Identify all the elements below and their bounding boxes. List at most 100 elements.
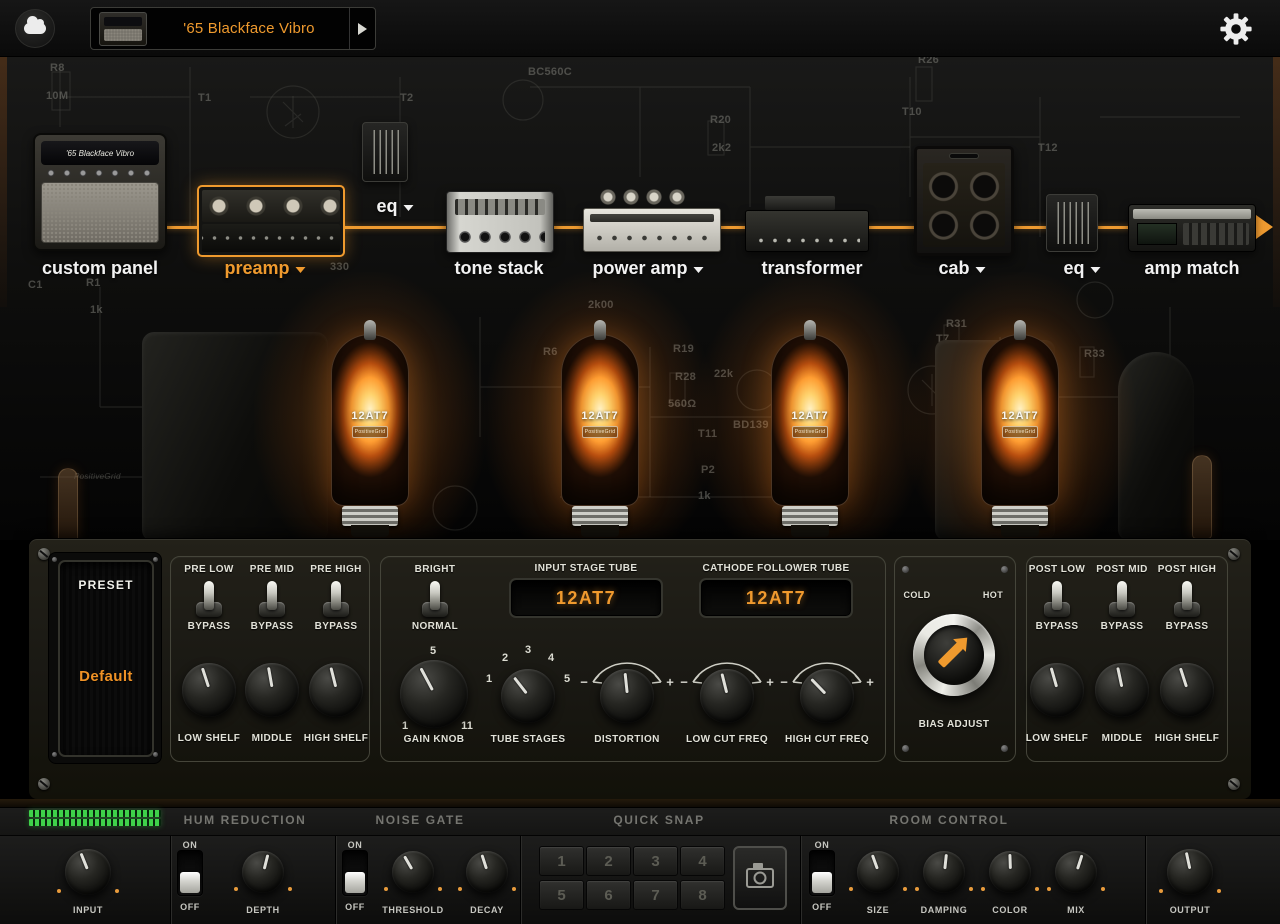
tube-base (992, 506, 1048, 526)
quick-snap-button-3[interactable]: 3 (633, 846, 678, 876)
tube-socket (351, 525, 389, 537)
screw (1228, 548, 1240, 560)
room-on-off-switch[interactable] (809, 850, 835, 896)
quick-snap-button-2[interactable]: 2 (586, 846, 631, 876)
schematic-label: T12 (1038, 142, 1058, 154)
high-cut-freq-knob[interactable] (800, 669, 854, 723)
bright-toggle[interactable] (417, 579, 453, 617)
quick-snap-button-1[interactable]: 1 (539, 846, 584, 876)
chain-label-preamp[interactable]: preamp (224, 258, 306, 279)
pre-low-label: PRE LOW (184, 564, 234, 575)
chain-label-eq-2[interactable]: eq (1063, 258, 1101, 279)
quick-snap-button-4[interactable]: 4 (680, 846, 725, 876)
schematic-label: BC560C (528, 66, 572, 78)
output-label: OUTPUT (1169, 905, 1211, 915)
chain-label-tone-stack[interactable]: tone stack (454, 258, 543, 279)
chain-module-transformer[interactable] (745, 196, 869, 252)
pre-low-toggle[interactable] (191, 579, 227, 617)
tube-print: 12AT7 (351, 410, 389, 422)
post-high-shelf-knob[interactable] (1160, 663, 1214, 717)
snapshot-camera-button[interactable] (733, 846, 787, 910)
mix-knob[interactable] (1047, 851, 1105, 893)
chain-module-tone-stack[interactable] (446, 191, 554, 253)
chain-label-eq-1[interactable]: eq (376, 196, 414, 217)
pre-middle-knob[interactable] (245, 663, 299, 717)
stages-scale-4: 4 (547, 652, 555, 664)
settings-gear-icon[interactable] (1218, 11, 1254, 47)
post-low-toggle[interactable] (1039, 579, 1075, 617)
post-mid-bypass-label: BYPASS (1100, 621, 1144, 632)
watermark: PositiveGrid (74, 472, 121, 481)
input-knob[interactable] (57, 849, 119, 895)
low-cut-freq-knob[interactable] (700, 669, 754, 723)
screw (1001, 566, 1008, 573)
chain-module-power-amp[interactable] (583, 186, 721, 252)
chain-module-preamp[interactable] (197, 185, 345, 257)
pre-low-shelf-knob[interactable] (182, 663, 236, 717)
gain-scale-mid: 5 (429, 645, 437, 657)
preset-selector[interactable]: '65 Blackface Vibro (90, 7, 376, 50)
amp-match-top-art (1133, 209, 1251, 219)
chain-module-amp-match[interactable] (1128, 204, 1256, 252)
chain-label-transformer[interactable]: transformer (761, 258, 862, 279)
chain-label-cab[interactable]: cab (938, 258, 986, 279)
input-stage-tube-select[interactable]: 12AT7 (509, 578, 663, 618)
cathode-follower-tube-select[interactable]: 12AT7 (699, 578, 853, 618)
snap-number: 5 (557, 886, 566, 904)
schematic-label: R20 (710, 114, 732, 126)
eq-sliders-art (369, 130, 401, 174)
gate-on-off-switch[interactable] (342, 850, 368, 896)
distortion-knob[interactable] (600, 669, 654, 723)
tube-brand-badge: PositiveGrid (582, 426, 618, 438)
hum-on-off-switch[interactable] (177, 850, 203, 896)
quick-snap-button-8[interactable]: 8 (680, 880, 725, 910)
pre-high-shelf-knob[interactable] (309, 663, 363, 717)
amp-head-script: '65 Blackface Vibro (65, 148, 135, 158)
app-window: '65 Blackface Vibro R8 10M T1 T2 BC560C … (0, 0, 1280, 924)
gain-knob[interactable] (400, 660, 468, 728)
pre-high-toggle[interactable] (318, 579, 354, 617)
next-preset-arrow-icon[interactable] (358, 23, 367, 35)
quick-snap-button-6[interactable]: 6 (586, 880, 631, 910)
quick-snap-button-5[interactable]: 5 (539, 880, 584, 910)
preset-name: '65 Blackface Vibro (183, 20, 315, 37)
transformer-body-art (745, 210, 869, 252)
post-high-toggle[interactable] (1169, 579, 1205, 617)
chain-module-cab[interactable] (914, 146, 1014, 256)
cloud-sync-button[interactable] (15, 9, 55, 48)
output-knob[interactable] (1159, 849, 1221, 895)
color-knob[interactable] (981, 851, 1039, 893)
post-low-shelf-knob[interactable] (1030, 663, 1084, 717)
chain-module-eq-2[interactable] (1046, 194, 1098, 252)
toggle-lever (1117, 581, 1127, 610)
pre-mid-toggle[interactable] (254, 579, 290, 617)
chevron-down-icon (1090, 267, 1101, 273)
tube-stages-knob[interactable] (501, 669, 555, 723)
size-knob[interactable] (849, 851, 907, 893)
size-label: SIZE (866, 905, 890, 915)
tube-base (572, 506, 628, 526)
minus-mark: − (680, 674, 688, 690)
tube-print: 12AT7 (791, 410, 829, 422)
chain-label-amp-match[interactable]: amp match (1144, 258, 1239, 279)
depth-knob[interactable] (234, 851, 292, 893)
post-middle-knob[interactable] (1095, 663, 1149, 717)
damping-knob[interactable] (915, 851, 973, 893)
pre-middle-label: MIDDLE (251, 733, 293, 744)
chain-module-eq-1[interactable] (362, 122, 408, 182)
chain-label-power-amp[interactable]: power amp (592, 258, 704, 279)
chain-label-text: power amp (592, 258, 688, 278)
room-on-label: ON (814, 840, 830, 850)
post-mid-toggle[interactable] (1104, 579, 1140, 617)
amp-match-buttons-art (1183, 223, 1249, 245)
snap-number: 6 (604, 886, 613, 904)
decay-knob[interactable] (458, 851, 516, 893)
threshold-knob[interactable] (384, 851, 442, 893)
chain-label-custom-panel[interactable]: custom panel (42, 258, 158, 279)
quick-snap-button-7[interactable]: 7 (633, 880, 678, 910)
tube-socket (581, 525, 619, 537)
chain-module-custom-panel[interactable]: '65 Blackface Vibro (33, 133, 167, 251)
power-amp-body-art (583, 208, 721, 252)
bias-adjust-knob[interactable] (913, 614, 995, 696)
gate-on-label: ON (347, 840, 363, 850)
